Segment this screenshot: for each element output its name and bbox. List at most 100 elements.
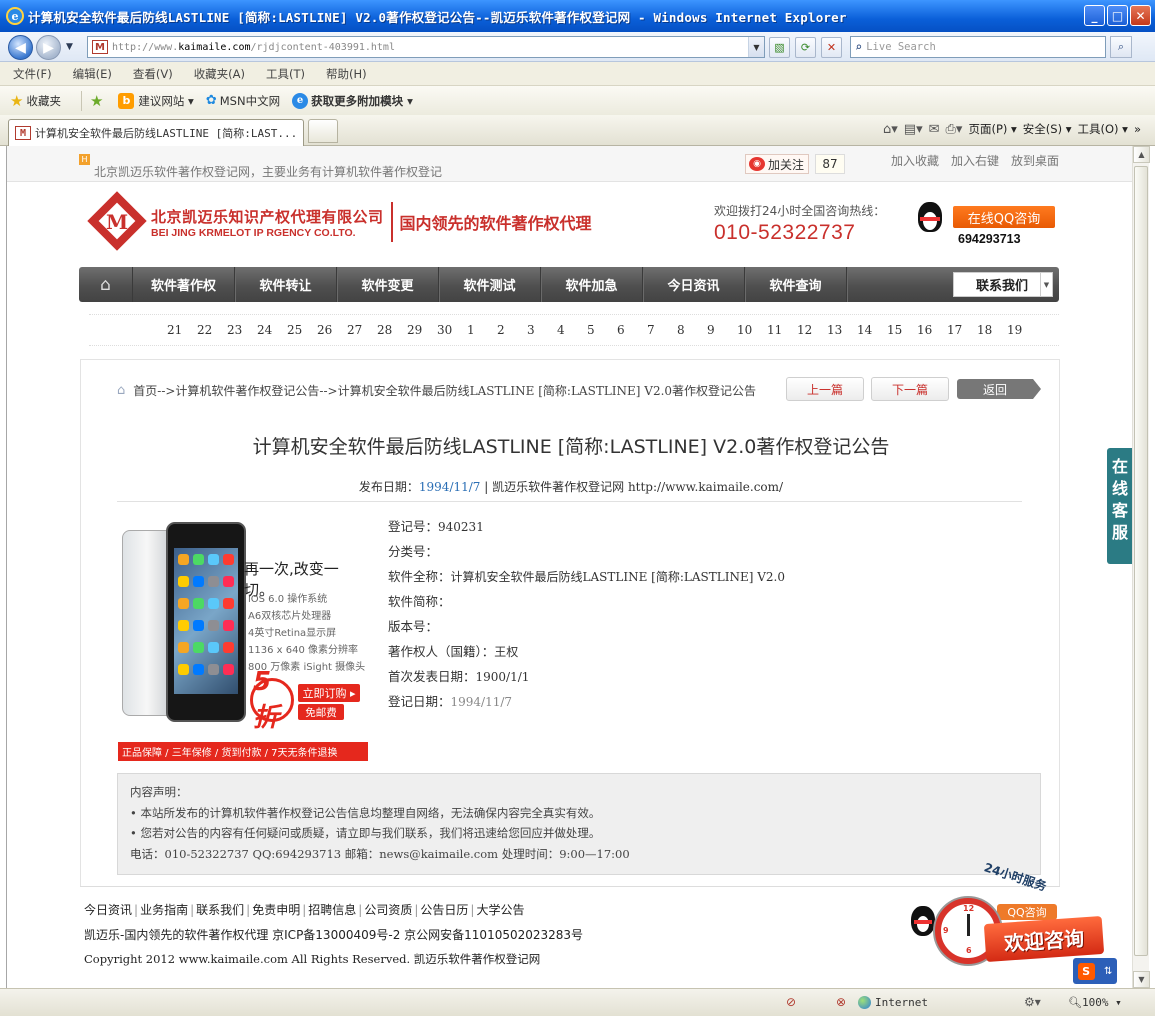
online-service-tab[interactable]: 在线客服 [1107, 448, 1132, 564]
forward-button[interactable]: ▶ [36, 35, 61, 60]
protected-mode-icon[interactable]: ⊗ [836, 995, 846, 1009]
menu-item[interactable]: 工具(T) [266, 66, 305, 82]
page-menu-button[interactable]: 页面(P) ▾ [968, 121, 1016, 137]
footer-link[interactable]: 大学公告 [476, 903, 524, 917]
zoom-level[interactable]: 🔍︎100% ▾ [1068, 996, 1122, 1009]
safety-menu-button[interactable]: 安全(S) ▾ [1023, 121, 1072, 137]
add-context-menu-link[interactable]: 加入右键 [951, 152, 999, 169]
source-url[interactable]: http://www.kaimaile.com/ [628, 480, 783, 494]
chevron-down-icon[interactable]: ▼ [1040, 273, 1052, 296]
date-link[interactable]: 6 [617, 323, 625, 337]
search-go-icon[interactable]: ⌕ [1110, 36, 1132, 58]
scroll-down-icon[interactable]: ▼ [1133, 971, 1150, 988]
menu-item[interactable]: 文件(F) [13, 66, 52, 82]
tools-menu-button[interactable]: 工具(O) ▾ [1078, 121, 1128, 137]
refresh-icon[interactable]: ⟳ [795, 37, 816, 58]
page-scrollbar[interactable]: ▲ ▼ [1132, 146, 1150, 988]
date-link[interactable]: 13 [827, 323, 842, 337]
add-favorite-button[interactable]: ★ [90, 92, 106, 110]
date-link[interactable]: 1 [467, 323, 475, 337]
address-dropdown-icon[interactable]: ▼ [748, 37, 764, 57]
feeds-icon[interactable]: ▤▾ [904, 122, 923, 137]
next-article-button[interactable]: 下一篇 [871, 377, 949, 401]
date-link[interactable]: 12 [797, 323, 812, 337]
site-logo[interactable]: M 北京凯迈乐知识产权代理有限公司 BEI JING KRMELOT IP RG… [87, 191, 592, 251]
sogou-ime-toolbar[interactable]: S ⇅ [1073, 958, 1117, 984]
mail-icon[interactable]: ✉ [929, 122, 940, 137]
date-link[interactable]: 4 [557, 323, 565, 337]
date-link[interactable]: 25 [287, 323, 302, 337]
minimize-button[interactable]: _ [1084, 5, 1105, 26]
footer-link[interactable]: 免责申明 [252, 903, 300, 917]
date-link[interactable]: 10 [737, 323, 752, 337]
footer-link[interactable]: 业务指南 [140, 903, 188, 917]
compatibility-view-icon[interactable]: ▧ [769, 37, 790, 58]
menu-item[interactable]: 编辑(E) [73, 66, 112, 82]
ad-buy-button[interactable]: 立即订购 ▸ [298, 684, 360, 702]
footer-link[interactable]: 公告日历 [420, 903, 468, 917]
date-link[interactable]: 27 [347, 323, 362, 337]
home-icon[interactable]: ⌂▾ [883, 122, 898, 137]
date-link[interactable]: 3 [527, 323, 535, 337]
date-link[interactable]: 28 [377, 323, 392, 337]
footer-link[interactable]: 联系我们 [196, 903, 244, 917]
chevron-right-icon[interactable]: » [1134, 122, 1141, 136]
favorites-button[interactable]: ★ 收藏夹 [10, 92, 61, 110]
add-bookmark-link[interactable]: 加入收藏 [891, 152, 939, 169]
date-link[interactable]: 17 [947, 323, 962, 337]
nav-contact-button[interactable]: 联系我们 ▼ [953, 272, 1053, 297]
maximize-button[interactable]: □ [1107, 5, 1128, 26]
nav-item[interactable]: 软件变更 [337, 267, 439, 302]
date-link[interactable]: 22 [197, 323, 212, 337]
address-input[interactable]: M http://www.kaimaile.com/rjdjcontent-40… [87, 36, 765, 58]
date-link[interactable]: 19 [1007, 323, 1022, 337]
date-link[interactable]: 7 [647, 323, 655, 337]
date-link[interactable]: 18 [977, 323, 992, 337]
footer-link[interactable]: 招聘信息 [308, 903, 356, 917]
prev-article-button[interactable]: 上一篇 [786, 377, 864, 401]
new-tab-button[interactable] [308, 119, 338, 143]
date-link[interactable]: 5 [587, 323, 595, 337]
menu-item[interactable]: 收藏夹(A) [194, 66, 245, 82]
scroll-up-icon[interactable]: ▲ [1133, 146, 1150, 163]
date-link[interactable]: 15 [887, 323, 902, 337]
footer-link[interactable]: 今日资讯 [84, 903, 132, 917]
nav-item[interactable]: 软件测试 [439, 267, 541, 302]
date-link[interactable]: 26 [317, 323, 332, 337]
scroll-thumb[interactable] [1134, 166, 1148, 956]
add-to-desktop-link[interactable]: 放到桌面 [1011, 152, 1059, 169]
close-button[interactable]: ✕ [1130, 5, 1151, 26]
footer-link[interactable]: 公司资质 [364, 903, 412, 917]
back-button[interactable]: ◀ [8, 35, 33, 60]
favorite-suggested-sites[interactable]: b 建议网站 ▾ [118, 92, 194, 109]
qq-consult-button[interactable]: 在线QQ咨询 [953, 206, 1055, 228]
date-link[interactable]: 24 [257, 323, 272, 337]
nav-item[interactable]: 软件加急 [541, 267, 643, 302]
nav-item[interactable]: 软件著作权 [133, 267, 235, 302]
privacy-icon[interactable]: ⊘ [786, 995, 796, 1009]
search-input[interactable]: ⌕ Live Search [850, 36, 1106, 58]
menu-item[interactable]: 帮助(H) [326, 66, 367, 82]
date-link[interactable]: 8 [677, 323, 685, 337]
date-link[interactable]: 21 [167, 323, 182, 337]
nav-home-icon[interactable]: ⌂ [79, 267, 133, 302]
date-link[interactable]: 29 [407, 323, 422, 337]
settings-icon[interactable]: ⚙▾ [1024, 995, 1041, 1009]
favorite-get-addons[interactable]: e 获取更多附加模块 ▾ [292, 92, 413, 109]
date-link[interactable]: 2 [497, 323, 505, 337]
tab-current[interactable]: M 计算机安全软件最后防线LASTLINE [简称:LAST... [8, 119, 304, 146]
iphone-ad-banner[interactable]: 再一次,改变一切。 iOS 6.0 操作系统 A6双核芯片处理器 4英寸Reti… [118, 518, 368, 763]
menu-item[interactable]: 查看(V) [133, 66, 173, 82]
date-link[interactable]: 11 [767, 323, 782, 337]
nav-item[interactable]: 今日资讯 [643, 267, 745, 302]
nav-item[interactable]: 软件转让 [235, 267, 337, 302]
stop-icon[interactable]: ✕ [821, 37, 842, 58]
date-link[interactable]: 30 [437, 323, 452, 337]
history-dropdown-icon[interactable]: ▼ [66, 42, 73, 52]
favorite-msn[interactable]: ✿ MSN中文网 [206, 93, 280, 109]
date-link[interactable]: 14 [857, 323, 872, 337]
weibo-follow-button[interactable]: ◉ 加关注 [745, 154, 809, 174]
print-icon[interactable]: ⎙▾ [946, 122, 963, 137]
date-link[interactable]: 9 [707, 323, 715, 337]
nav-item[interactable]: 软件查询 [745, 267, 847, 302]
